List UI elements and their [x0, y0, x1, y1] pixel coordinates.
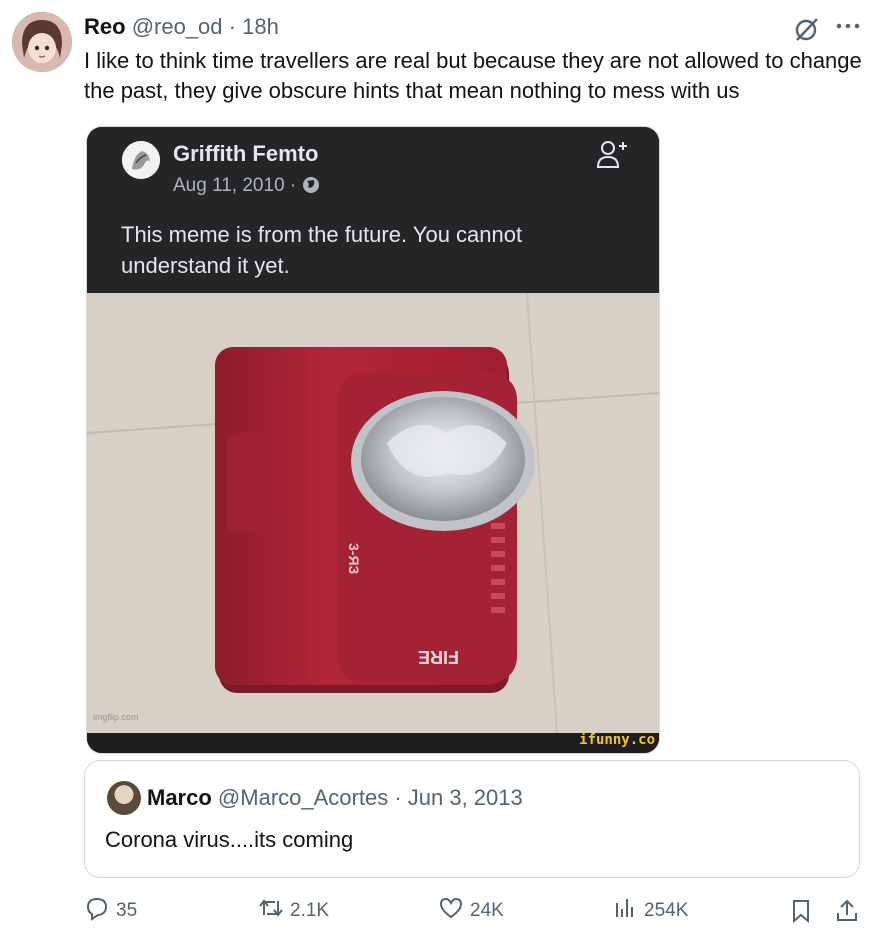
reply-icon [84, 895, 116, 927]
author-name[interactable]: Reo [84, 14, 126, 39]
watermark-ifunny: ifunny.co [579, 732, 655, 748]
quote-header: Marco @Marco_Acortes · Jun 3, 2013 [147, 785, 523, 811]
watermark-strip [87, 733, 659, 753]
avatar-illustration [12, 12, 72, 72]
action-bar: 35 2.1K 24K 254K [84, 895, 864, 927]
embedded-text: This meme is from the future. You cannot… [121, 222, 523, 278]
quote-avatar [107, 781, 141, 815]
embedded-avatar [122, 141, 160, 179]
quote-separator: · [388, 785, 408, 810]
views-count: 254K [644, 900, 689, 921]
repost-button[interactable]: 2.1K [258, 895, 329, 927]
quoted-tweet[interactable]: Marco @Marco_Acortes · Jun 3, 2013 Coron… [84, 760, 860, 878]
embedded-date: Aug 11, 2010 · [173, 175, 320, 200]
more-icon[interactable] [834, 16, 862, 36]
tweet-text: I like to think time travellers are real… [84, 48, 862, 103]
reply-button[interactable]: 35 [84, 895, 137, 927]
globe-icon [302, 176, 320, 200]
like-count: 24K [470, 900, 504, 921]
share-icon[interactable] [834, 895, 866, 927]
repost-count: 2.1K [290, 900, 330, 921]
views-icon [612, 895, 644, 927]
watermark-imgflip: imgflip.com [93, 712, 139, 722]
embedded-post: Griffith Femto Aug 11, 2010 · This meme … [87, 127, 659, 293]
fire-alarm-photo: FIRE 3-ЯЗ [87, 292, 659, 734]
author-handle[interactable]: @reo_od [132, 14, 223, 39]
tweet-header: Reo @reo_od · 18h [84, 14, 279, 40]
embedded-date-text: Aug 11, 2010 · [173, 175, 302, 196]
embedded-author-name: Griffith Femto [173, 141, 319, 166]
tweet-media[interactable]: Griffith Femto Aug 11, 2010 · This meme … [86, 126, 660, 754]
grok-icon[interactable] [793, 16, 821, 42]
quote-author-handle: @Marco_Acortes [217, 785, 389, 810]
add-friend-icon [595, 137, 629, 171]
repost-icon [258, 895, 290, 927]
photo-text-rotated: 3-ЯЗ [346, 543, 362, 575]
reply-count: 35 [116, 900, 138, 921]
quote-text: Corona virus....its coming [105, 827, 354, 852]
views-button[interactable]: 254K [612, 895, 688, 927]
header-separator: · [222, 14, 243, 39]
like-button[interactable]: 24K [438, 895, 504, 927]
quote-date: Jun 3, 2013 [407, 785, 523, 810]
photo-text-fire: FIRE [418, 647, 459, 667]
quote-author-name: Marco [147, 785, 212, 810]
like-icon [438, 895, 470, 927]
tweet-time[interactable]: 18h [242, 14, 279, 39]
avatar[interactable] [12, 12, 72, 72]
fire-alarm-illustration: FIRE 3-ЯЗ [87, 292, 659, 734]
bookmark-icon[interactable] [788, 895, 820, 927]
